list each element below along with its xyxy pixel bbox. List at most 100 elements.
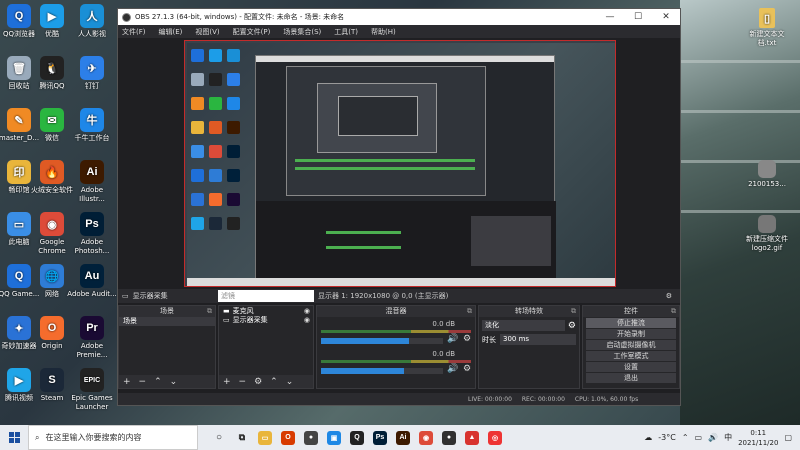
desktop-icon[interactable]: Ps Adobe Photosh... bbox=[67, 212, 117, 256]
menu-scene-collection[interactable]: 场景集合(S) bbox=[283, 27, 321, 37]
move-down-icon[interactable]: ⌄ bbox=[286, 377, 294, 387]
desktop-icon[interactable]: Ai Adobe Illustr... bbox=[67, 160, 117, 204]
remove-icon[interactable]: − bbox=[239, 377, 247, 387]
store-icon[interactable]: ▣ bbox=[327, 430, 341, 445]
qq-icon[interactable]: Q bbox=[350, 430, 364, 445]
menu-bar: 文件(F) 编辑(E) 视图(V) 配置文件(P) 场景集合(S) 工具(T) … bbox=[118, 25, 680, 38]
clock[interactable]: 0:11 2021/11/20 bbox=[738, 428, 778, 448]
move-up-icon[interactable]: ⌃ bbox=[270, 377, 278, 387]
controls-header: 控件 bbox=[624, 307, 638, 315]
taskbar: ⌕ 在这里输入你要搜索的内容 ○ ⧉ ▭ O ● ▣ Q Ps Ai ◉ ● ▲… bbox=[0, 425, 800, 450]
move-down-icon[interactable]: ⌄ bbox=[170, 377, 178, 387]
photoshop-icon[interactable]: Ps bbox=[373, 430, 387, 445]
app-icon: O bbox=[40, 316, 64, 340]
settings-icon[interactable]: ⚙ bbox=[666, 292, 672, 300]
illustrator-icon[interactable]: Ai bbox=[396, 430, 410, 445]
office-icon[interactable]: O bbox=[281, 430, 295, 445]
desktop-file-number[interactable]: 2100153... bbox=[742, 160, 792, 189]
captured-desktop bbox=[187, 43, 615, 286]
task-view-grid-icon[interactable]: ⧉ bbox=[235, 431, 249, 445]
start-recording-button[interactable]: 开始录制 bbox=[586, 329, 676, 339]
move-up-icon[interactable]: ⌃ bbox=[154, 377, 162, 387]
track1-volume-slider[interactable] bbox=[321, 338, 443, 344]
menu-file[interactable]: 文件(F) bbox=[122, 27, 146, 37]
desktop-file-logo[interactable]: 新建压缩文件 logo2.gif bbox=[742, 215, 792, 253]
desktop-icon[interactable]: 人人人影视 bbox=[67, 4, 117, 39]
exit-button[interactable]: 退出 bbox=[586, 373, 676, 383]
speaker-icon[interactable]: 🔊 bbox=[447, 364, 458, 374]
weather-icon[interactable]: ☁ bbox=[644, 433, 652, 442]
preview-canvas[interactable] bbox=[184, 40, 616, 287]
track2-volume-slider[interactable] bbox=[321, 368, 443, 374]
media-icon[interactable]: ● bbox=[304, 430, 318, 445]
track2-db: 0.0 dB bbox=[432, 350, 455, 358]
gear-icon[interactable]: ⚙ bbox=[568, 321, 576, 331]
display-select[interactable]: 显示器 1: 1920x1080 @ 0,0 (主显示器) bbox=[318, 291, 448, 301]
obs-taskbar-icon[interactable]: ● bbox=[442, 430, 456, 445]
task-view-icon[interactable]: ○ bbox=[212, 431, 226, 445]
folder-icon[interactable]: ▭ bbox=[258, 430, 272, 445]
taskbar-search[interactable]: ⌕ 在这里输入你要搜索的内容 bbox=[28, 425, 198, 450]
gear-icon[interactable]: ⚙ bbox=[463, 334, 471, 344]
desktop-icon[interactable]: Pr Adobe Premie... bbox=[67, 316, 117, 360]
app-icon[interactable]: ▲ bbox=[465, 430, 479, 445]
remove-icon[interactable]: − bbox=[139, 377, 147, 387]
filter-input[interactable]: 滤镜 bbox=[218, 290, 314, 302]
desktop-icon-label: Adobe Audit... bbox=[67, 290, 117, 298]
network-icon[interactable]: ▭ bbox=[695, 433, 703, 442]
menu-help[interactable]: 帮助(H) bbox=[371, 27, 396, 37]
desktop-icon[interactable]: ✈ 钉钉 bbox=[67, 56, 117, 91]
chevron-up-icon[interactable]: ⌃ bbox=[682, 433, 689, 442]
sources-panel: ▬ 麦克风 ◉ ▭ 显示器采集 ◉ + − ⚙ ⌃ ⌄ bbox=[218, 305, 314, 389]
app-icon: 人 bbox=[80, 4, 104, 28]
desktop-icon-label: Epic Games Launcher bbox=[71, 394, 113, 411]
app-icon: ✉ bbox=[40, 108, 64, 132]
menu-view[interactable]: 视图(V) bbox=[195, 27, 219, 37]
maximize-button[interactable]: ☐ bbox=[624, 12, 652, 22]
track1-meter bbox=[321, 330, 471, 333]
transition-type-select[interactable]: 淡化 bbox=[482, 320, 565, 331]
app-icon: ◉ bbox=[40, 212, 64, 236]
undock-icon[interactable]: ⧉ bbox=[571, 306, 576, 317]
window-title: OBS 27.1.3 (64-bit, windows) - 配置文件: 未命名… bbox=[135, 13, 345, 21]
ime-indicator[interactable]: 中 bbox=[724, 432, 732, 443]
chrome-icon[interactable]: ◉ bbox=[419, 430, 433, 445]
undock-icon[interactable]: ⧉ bbox=[467, 306, 472, 317]
gear-icon[interactable]: ⚙ bbox=[463, 364, 471, 374]
desktop-icon[interactable]: EPIC Epic Games Launcher bbox=[67, 368, 117, 412]
menu-tools[interactable]: 工具(T) bbox=[334, 27, 358, 37]
start-button[interactable] bbox=[0, 425, 28, 450]
source-item-display[interactable]: ▭ 显示器采集 ◉ bbox=[219, 315, 313, 324]
close-button[interactable]: ✕ bbox=[652, 12, 680, 22]
menu-profile[interactable]: 配置文件(P) bbox=[233, 27, 271, 37]
stop-streaming-button[interactable]: 停止推流 bbox=[586, 318, 676, 328]
undock-icon[interactable]: ⧉ bbox=[207, 306, 212, 317]
gear-icon[interactable]: ⚙ bbox=[254, 377, 262, 387]
track2-volume-fill bbox=[321, 368, 404, 374]
studio-mode-button[interactable]: 工作室模式 bbox=[586, 351, 676, 361]
visibility-icon[interactable]: ◉ bbox=[304, 316, 310, 324]
controls-panel: 控件 ⧉ 停止推流 开始录制 启动虚拟摄像机 工作室模式 设置 退出 bbox=[582, 305, 680, 389]
volume-icon[interactable]: 🔊 bbox=[708, 433, 718, 442]
app2-icon[interactable]: ◎ bbox=[488, 430, 502, 445]
notification-icon[interactable]: ▢ bbox=[784, 433, 792, 442]
visibility-icon[interactable]: ◉ bbox=[304, 307, 310, 315]
undock-icon[interactable]: ⧉ bbox=[671, 306, 676, 317]
title-bar[interactable]: OBS 27.1.3 (64-bit, windows) - 配置文件: 未命名… bbox=[118, 9, 680, 25]
add-icon[interactable]: + bbox=[123, 377, 131, 387]
desktop-icon-label: Adobe Photosh... bbox=[74, 238, 110, 255]
settings-button[interactable]: 设置 bbox=[586, 362, 676, 372]
desktop-icon[interactable]: 牛千牛工作台 bbox=[67, 108, 117, 143]
menu-edit[interactable]: 编辑(E) bbox=[159, 27, 183, 37]
scene-item[interactable]: 场景 bbox=[119, 317, 215, 326]
speaker-icon[interactable]: 🔊 bbox=[447, 334, 458, 344]
start-virtual-camera-button[interactable]: 启动虚拟摄像机 bbox=[586, 340, 676, 350]
desktop-icon[interactable]: Au Adobe Audit... bbox=[67, 264, 117, 299]
mixer-panel: 混音器 ⧉ 0.0 dB 🔊 ⚙ 0.0 dB 🔊 ⚙ bbox=[316, 305, 476, 389]
taskbar-pinned: ○ ⧉ ▭ O ● ▣ Q Ps Ai ◉ ● ▲ ◎ bbox=[212, 430, 502, 445]
minimize-button[interactable]: — bbox=[596, 12, 624, 22]
transitions-header: 转场特效 bbox=[515, 307, 543, 315]
desktop-file-txt[interactable]: ▯ 新建文本文档.txt bbox=[742, 8, 792, 48]
duration-input[interactable]: 300 ms bbox=[500, 334, 576, 345]
add-icon[interactable]: + bbox=[223, 377, 231, 387]
